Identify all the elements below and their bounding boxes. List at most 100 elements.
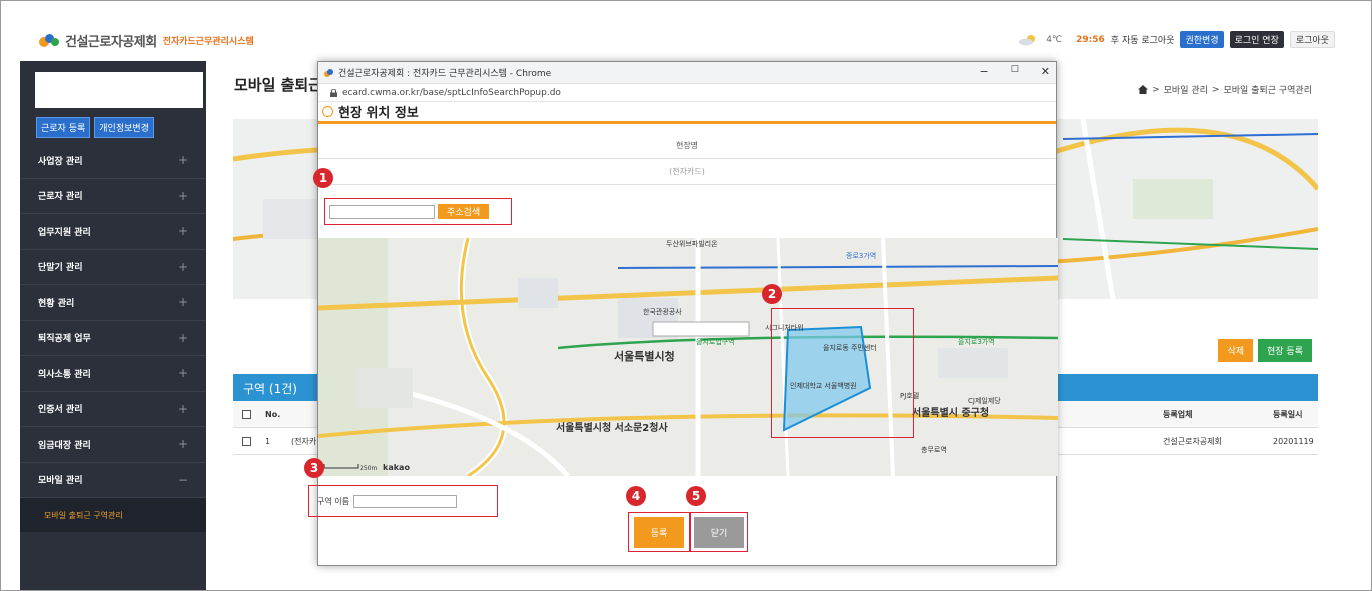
register-worker-button[interactable]: 근로자 등록 [36,117,91,138]
col-registrant-header: 등록업체 [1163,409,1193,419]
sidebar-item-site[interactable]: 사업장 관리 + [20,143,206,179]
zone-name-input[interactable] [352,494,457,508]
marker-3: 3 [304,458,324,478]
maximize-icon[interactable]: ☐ [1011,65,1019,78]
breadcrumb-separator: > [1211,84,1220,95]
sidebar-item-label: 모바일 관리 [38,476,83,487]
minimize-icon[interactable]: − [979,65,988,78]
logout-button[interactable]: 로그아웃 [1289,31,1335,48]
org-logo[interactable]: 건설근로자공제회 전자카드근무관리시스템 [39,31,254,50]
close-button[interactable]: 닫기 [694,516,744,548]
url-text: ecard.cwma.or.kr/base/sptLcInfoSearchPop… [342,87,561,98]
sidebar: 근로자 등록 개인정보변경 사업장 관리 + 근로자 관리 + 업무지원 관리 + 단… [20,61,206,590]
sidebar-item-communication[interactable]: 의사소통 관리 + [20,356,206,392]
row-checkbox[interactable] [242,436,251,446]
breadcrumb-level2: 모바일 출퇴근 구역관리 [1223,86,1312,96]
org-name: 건설근로자공제회 [65,35,157,50]
plus-icon: + [177,366,188,381]
auto-logout-text: 후 자동 로그아웃 [1110,36,1175,46]
map-label-city-hall: 서울특별시청 [614,349,675,363]
location-map[interactable]: 서울특별시청 서울특별시청 서소문2청사 서울특별시 중구청 을지로입구역 을지… [318,238,1058,476]
sidebar-item-wage[interactable]: 임금대장 관리 + [20,427,206,463]
marker-2: 2 [762,284,782,304]
sidebar-item-terminal[interactable]: 단말기 관리 + [20,250,206,285]
address-bar[interactable]: ecard.cwma.or.kr/base/sptLcInfoSearchPop… [318,84,1056,102]
sidebar-item-support[interactable]: 업무지원 관리 + [20,214,206,250]
map-label-euljiro3: 을지로3가역 [958,337,995,346]
top-header: 건설근로자공제회 전자카드근무관리시스템 4℃ 29:56 후 자동 로그아웃 … [1,1,1371,61]
select-all-checkbox[interactable] [242,409,251,419]
address-search-button[interactable]: 주소검색 [438,204,490,219]
plus-icon: + [177,330,188,345]
sidebar-item-label: 현황 관리 [38,298,75,309]
sidebar-item-label: 의사소통 관리 [38,369,91,380]
address-input[interactable] [329,204,435,219]
sidebar-item-mobile[interactable]: 모바일 관리 − [20,462,206,498]
close-icon[interactable]: ✕ [1041,65,1050,78]
plus-icon: + [177,295,188,310]
marker-5: 5 [686,486,706,506]
popup-heading-text: 현장 위치 정보 [338,106,419,121]
header-controls: 4℃ 29:56 후 자동 로그아웃 권한변경 로그인 연장 로그아웃 [1018,31,1335,48]
plus-icon: + [177,401,188,416]
breadcrumb: > 모바일 관리 > 모바일 출퇴근 구역관리 [1138,83,1312,96]
chrome-title-bar[interactable]: 건설근로자공제회 : 전자카드 근무관리시스템 - Chrome − ☐ ✕ [318,62,1056,84]
marker-1: 1 [313,168,333,188]
weather-temp: 4℃ [1046,34,1063,45]
delete-button[interactable]: 삭제 [1218,339,1254,362]
map-label-chungmuro: 충무로역 [921,445,947,454]
info-circle-icon [322,106,333,117]
permission-change-button[interactable]: 권한변경 [1180,31,1224,48]
register-button[interactable]: 등록 [634,516,684,548]
sidebar-item-worker[interactable]: 근로자 관리 + [20,179,206,214]
address-search-area: 주소검색 [324,198,512,225]
logo-mark-icon [39,33,61,49]
sidebar-item-status[interactable]: 현황 관리 + [20,285,206,321]
sidebar-item-label: 퇴직공제 업무 [38,334,91,345]
system-name: 전자카드근무관리시스템 [162,37,254,47]
close-button-highlight: 닫기 [690,512,748,552]
plus-icon: + [177,153,188,168]
register-button-highlight: 등록 [628,512,690,552]
sidebar-item-retirement[interactable]: 퇴직공제 업무 + [20,321,206,356]
site-name-value-row: (전자카드) [318,159,1056,185]
sidebar-item-label: 사업장 관리 [38,156,83,167]
breadcrumb-separator: > [1152,84,1160,95]
home-icon[interactable] [1138,85,1149,94]
login-extend-button[interactable]: 로그인 연장 [1229,31,1284,48]
site-logo-icon [324,68,334,77]
sidebar-item-label: 근로자 관리 [38,192,83,203]
sidebar-item-label: 업무지원 관리 [38,227,91,238]
map-label-city-hall-annex: 서울특별시청 서소문2청사 [556,421,668,434]
plus-icon: + [177,188,188,203]
plus-icon: + [177,224,188,239]
sidebar-item-label: 단말기 관리 [38,263,83,274]
map-label-jongno3: 종로3가역 [846,251,876,260]
cloud-sun-icon [1018,34,1040,46]
row-no: 1 [265,436,271,446]
col-date-header: 등록일시 [1273,409,1303,419]
window-title: 건설근로자공제회 : 전자카드 근무관리시스템 - Chrome [338,69,552,79]
map-label-euljiro1: 을지로입구역 [696,337,735,346]
zone-action-buttons: 삭제 현장 등록 [1218,339,1312,362]
plus-icon: + [177,437,188,452]
sidebar-subitem-mobile-zone[interactable]: 모바일 출퇴근 구역관리 [20,498,206,532]
map-scale-label: 250m [360,465,377,472]
marker-4: 4 [626,486,646,506]
map-label-cj: CJ제일제당 [968,396,1001,405]
breadcrumb-level1[interactable]: 모바일 관리 [1164,83,1208,96]
register-site-button[interactable]: 현장 등록 [1258,339,1312,362]
sidebar-item-label: 임금대장 관리 [38,440,91,451]
sidebar-menu: 사업장 관리 + 근로자 관리 + 업무지원 관리 + 단말기 관리 + 현황 관리 + … [20,143,206,532]
kakao-logo: kakao [383,463,410,472]
change-personal-info-button[interactable]: 개인정보변경 [94,117,154,138]
sidebar-item-certificate[interactable]: 인증서 관리 + [20,392,206,427]
map-label-junggu-office: 서울특별시 중구청 [912,406,989,419]
sidebar-item-label: 인증서 관리 [38,405,83,416]
sidebar-buttons: 근로자 등록 개인정보변경 [36,117,154,138]
profile-box [35,72,203,108]
zone-name-label: 구역 이름 [317,496,349,506]
map-label-doosan: 두산위브파빌리온 [666,239,718,248]
row-date: 20201119 [1273,436,1314,446]
row-registrant: 건설근로자공제회 [1163,436,1222,446]
